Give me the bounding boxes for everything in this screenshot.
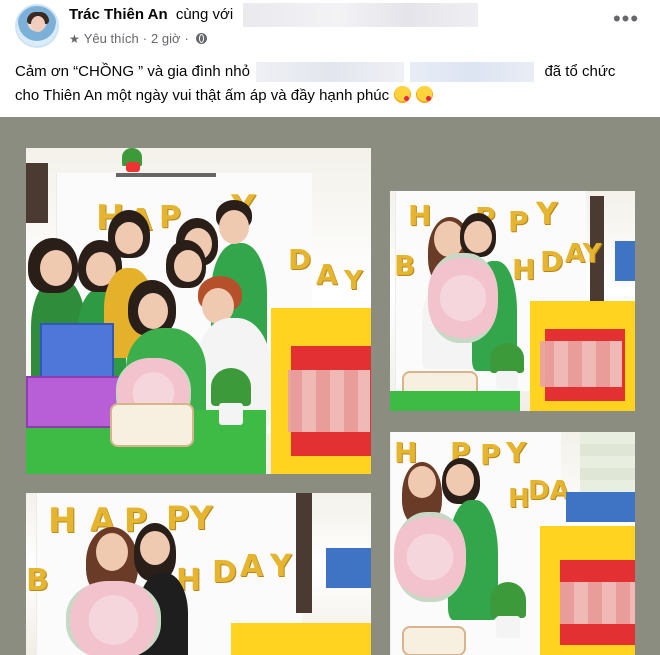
post-meta: ★ Yêu thích · 2 giờ · xyxy=(69,31,207,46)
post-time[interactable]: 2 giờ xyxy=(151,31,181,46)
star-icon: ★ xyxy=(69,31,80,46)
author-name[interactable]: Trác Thiên An xyxy=(69,6,168,23)
caption-text-2: cho Thiên An một ngày vui thật ấm áp và … xyxy=(15,87,390,104)
favorite-label: Yêu thích xyxy=(83,31,139,46)
photo-2[interactable]: H P P Y B H D AY xyxy=(390,191,635,411)
post-caption: Cảm ơn “CHỒNG ” và gia đình nhỏ đã tổ ch… xyxy=(15,60,645,108)
author-avatar[interactable] xyxy=(15,4,59,48)
kissing-face-emoji-icon-2 xyxy=(416,86,434,103)
separator-dot-2: · xyxy=(184,31,189,46)
caption-line-2: cho Thiên An một ngày vui thật ấm áp và … xyxy=(15,84,645,108)
photo-3[interactable]: H A P PY B H D A Y xyxy=(26,493,371,655)
caption-text-1a: Cảm ơn “CHỒNG ” và gia đình nhỏ xyxy=(15,63,250,80)
caption-line-1: Cảm ơn “CHỒNG ” và gia đình nhỏ đã tổ ch… xyxy=(15,60,645,84)
separator-dot: · xyxy=(142,31,148,46)
tagged-people-blurred xyxy=(243,3,478,27)
globe-icon[interactable] xyxy=(195,33,207,44)
photo-1[interactable]: H A P Y D A Y xyxy=(26,148,371,474)
author-line: Trác Thiên An cùng với xyxy=(69,6,233,23)
more-horizontal-icon[interactable]: ••• xyxy=(612,8,640,32)
caption-blur-1 xyxy=(256,62,405,83)
post-header: Trác Thiên An cùng với ★ Yêu thích · 2 g… xyxy=(0,0,660,58)
photo-4[interactable]: H P P Y H DA xyxy=(390,432,635,655)
caption-text-1b: đã tổ chức xyxy=(544,63,616,80)
kissing-face-emoji-icon xyxy=(394,86,412,103)
caption-blur-2 xyxy=(410,62,535,83)
with-text: cùng với xyxy=(175,6,234,23)
